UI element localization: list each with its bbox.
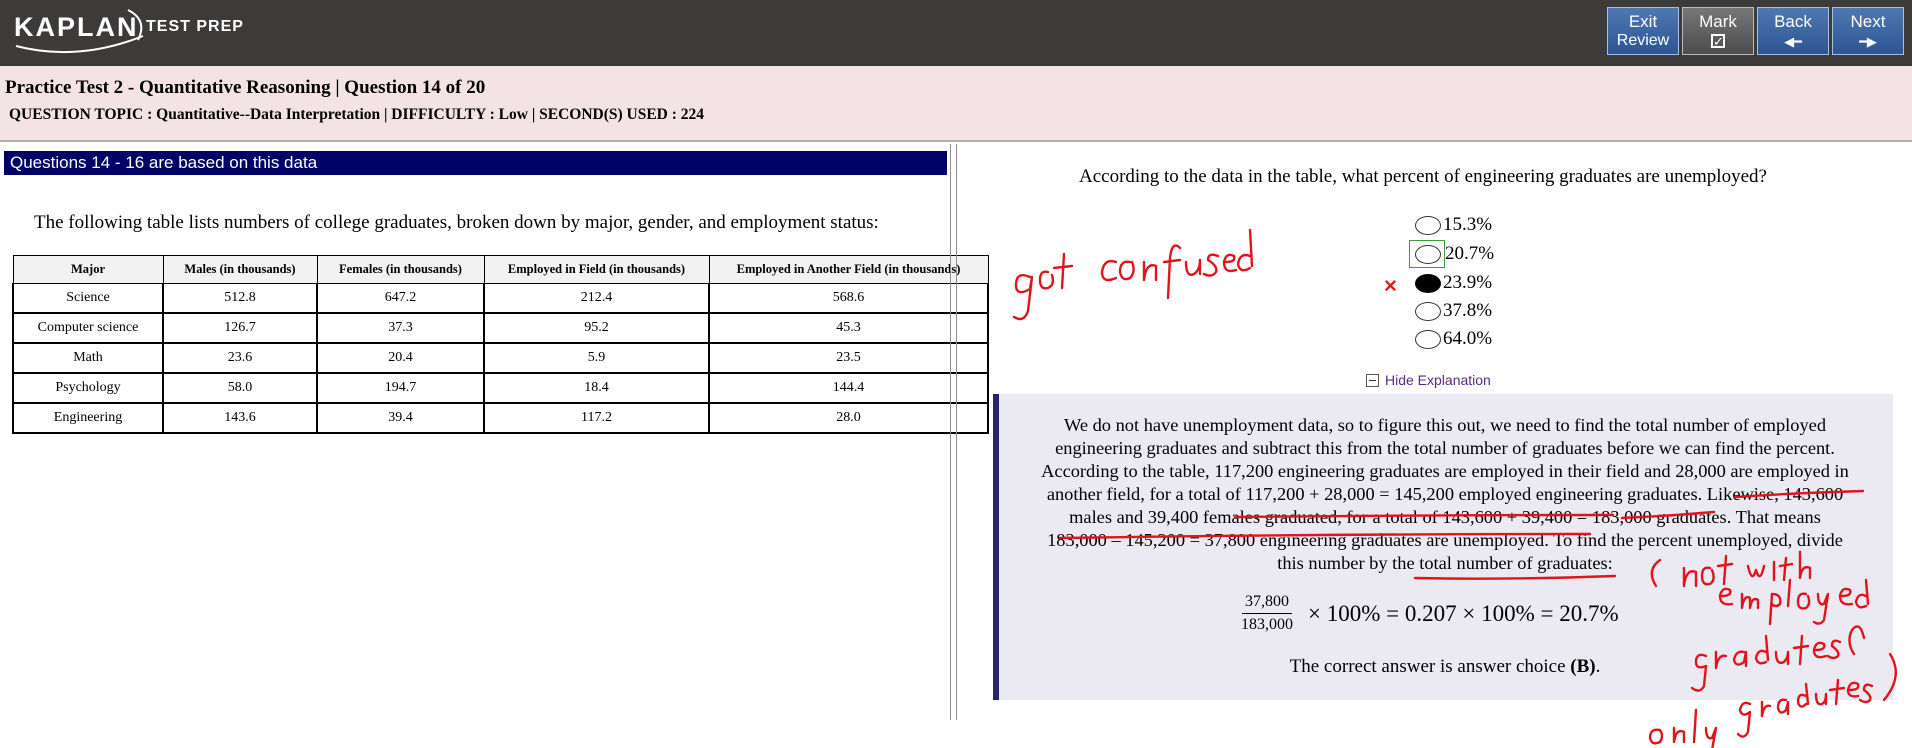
mark-button[interactable]: Mark ✓ [1682, 7, 1754, 55]
review-label: Review [1616, 32, 1670, 49]
explanation-line: We do not have unemployment data, so to … [1063, 415, 1827, 435]
passage-heading: Questions 14 - 16 are based on this data [4, 151, 947, 175]
table-row: Engineering 143.6 39.4 117.2 28.0 [12, 402, 989, 434]
graduates-table: Major Males (in thousands) Females (in t… [12, 255, 989, 434]
question-stem: According to the data in the table, what… [1079, 166, 1767, 187]
column-header: Employed in Another Field (in thousands) [708, 255, 989, 284]
fraction-denominator: 183,000 [1241, 616, 1293, 633]
next-button[interactable]: Next ━▶ [1832, 7, 1904, 55]
table-cell: Engineering [12, 402, 164, 434]
arrow-right-icon: ━▶ [1859, 34, 1877, 49]
explanation-line: engineering graduates and subtract this … [1055, 438, 1835, 458]
table-cell: 568.6 [708, 283, 989, 314]
explanation-line: males and 39,400 females graduated, for … [1069, 507, 1821, 527]
answer-suffix: . [1595, 656, 1601, 677]
radio-button[interactable] [1415, 215, 1441, 235]
explanation-line: another field, for a total of 117,200 + … [1046, 484, 1844, 504]
explanation-line: 183,000 – 145,200 = 37,800 engineering g… [1047, 530, 1843, 550]
table-cell: 144.4 [708, 372, 989, 404]
table-header-row: Major Males (in thousands) Females (in t… [12, 255, 989, 284]
table-cell: 117.2 [483, 402, 710, 434]
radio-button[interactable] [1415, 301, 1441, 321]
radio-focus-wrap [1409, 239, 1445, 268]
answer-choice-e[interactable]: 64.0% [1415, 326, 1492, 352]
table-cell: 143.6 [162, 402, 318, 434]
table-row: Psychology 58.0 194.7 18.4 144.4 [12, 372, 989, 404]
explanation-line: According to the table, 117,200 engineer… [1041, 461, 1849, 481]
table-cell: 58.0 [162, 372, 318, 404]
table-cell: 18.4 [483, 372, 710, 404]
hide-explanation-link[interactable]: Hide Explanation [1366, 372, 1491, 388]
question-title: Practice Test 2 - Quantitative Reasoning… [5, 77, 486, 98]
answer-choice-d[interactable]: 37.8% [1415, 298, 1492, 324]
explanation-line: this number by the total number of gradu… [1277, 553, 1613, 573]
passage-intro: The following table lists numbers of col… [34, 212, 879, 233]
answer-choice-a[interactable]: 15.3% [1415, 212, 1492, 238]
exit-review-button[interactable]: Exit Review [1607, 7, 1679, 55]
choice-label: 64.0% [1443, 328, 1493, 349]
table-cell: Computer science [12, 312, 164, 344]
table-cell: 37.3 [316, 312, 485, 344]
choice-label: 37.8% [1443, 300, 1493, 321]
table-cell: 28.0 [708, 402, 989, 434]
column-header: Females (in thousands) [316, 255, 485, 284]
question-topic: QUESTION TOPIC : Quantitative--Data Inte… [9, 106, 705, 123]
back-label: Back [1774, 12, 1812, 31]
choice-label: 23.9% [1443, 272, 1493, 293]
logo-wordmark: KAPLAN [14, 12, 139, 42]
table-row: Computer science 126.7 37.3 95.2 45.3 [12, 312, 989, 344]
exit-label: Exit [1628, 12, 1658, 31]
next-label: Next [1850, 12, 1886, 31]
column-header: Males (in thousands) [162, 255, 318, 284]
table-cell: 5.9 [483, 342, 710, 374]
incorrect-x-icon: × [1384, 273, 1397, 298]
checkbox-checked-icon: ✓ [1711, 34, 1725, 49]
logo-subtext: TEST PREP [146, 18, 244, 35]
answer-choice: (B) [1570, 656, 1596, 677]
table-cell: Psychology [12, 372, 164, 404]
table-cell: 95.2 [483, 312, 710, 344]
answer-choice-c[interactable]: 23.9% [1415, 270, 1492, 296]
table-cell: 45.3 [708, 312, 989, 344]
column-header: Employed in Field (in thousands) [483, 255, 710, 284]
correct-answer-text: The correct answer is answer choice (B). [1004, 656, 1886, 678]
table-cell: 39.4 [316, 402, 485, 434]
back-button[interactable]: Back ◀━ [1757, 7, 1829, 55]
table-cell: 23.6 [162, 342, 318, 374]
answer-prefix: The correct answer is answer choice [1289, 656, 1571, 677]
table-cell: Science [12, 283, 164, 314]
explanation-text: We do not have unemployment data, so to … [1004, 414, 1886, 575]
table-cell: 126.7 [162, 312, 318, 344]
fraction: 37,800 183,000 [1238, 593, 1296, 634]
focus-outline [1409, 239, 1445, 268]
table-cell: 212.4 [483, 283, 710, 314]
top-bar: KAPLAN TEST PREP Exit Review Mark ✓ Back… [0, 0, 1912, 66]
collapse-icon [1366, 373, 1379, 387]
table-cell: 23.5 [708, 342, 989, 374]
radio-button[interactable] [1415, 329, 1441, 349]
hide-explanation-label: Hide Explanation [1385, 372, 1491, 388]
table-cell: 20.4 [316, 342, 485, 374]
table-cell: 647.2 [316, 283, 485, 314]
table-cell: Math [12, 342, 164, 374]
arrow-left-icon: ◀━ [1784, 34, 1802, 49]
mark-label: Mark [1699, 12, 1737, 31]
percent-formula: 37,800 183,000 × 100% = 0.207 × 100% = 2… [1238, 593, 1619, 634]
choice-label: 20.7% [1445, 243, 1495, 264]
nav-buttons: Exit Review Mark ✓ Back ◀━ Next ━▶ [1604, 7, 1904, 55]
answer-choice-b[interactable]: 20.7% [1409, 239, 1495, 268]
formula-expression: × 100% = 0.207 × 100% = 20.7% [1308, 600, 1619, 626]
table-cell: 512.8 [162, 283, 318, 314]
choice-label: 15.3% [1443, 214, 1493, 235]
table-cell: 194.7 [316, 372, 485, 404]
fraction-numerator: 37,800 [1242, 593, 1292, 614]
radio-button-selected[interactable] [1415, 273, 1441, 293]
column-header: Major [12, 255, 164, 284]
question-info-bar: Practice Test 2 - Quantitative Reasoning… [0, 66, 1912, 142]
table-row: Math 23.6 20.4 5.9 23.5 [12, 342, 989, 374]
table-row: Science 512.8 647.2 212.4 568.6 [12, 283, 989, 314]
